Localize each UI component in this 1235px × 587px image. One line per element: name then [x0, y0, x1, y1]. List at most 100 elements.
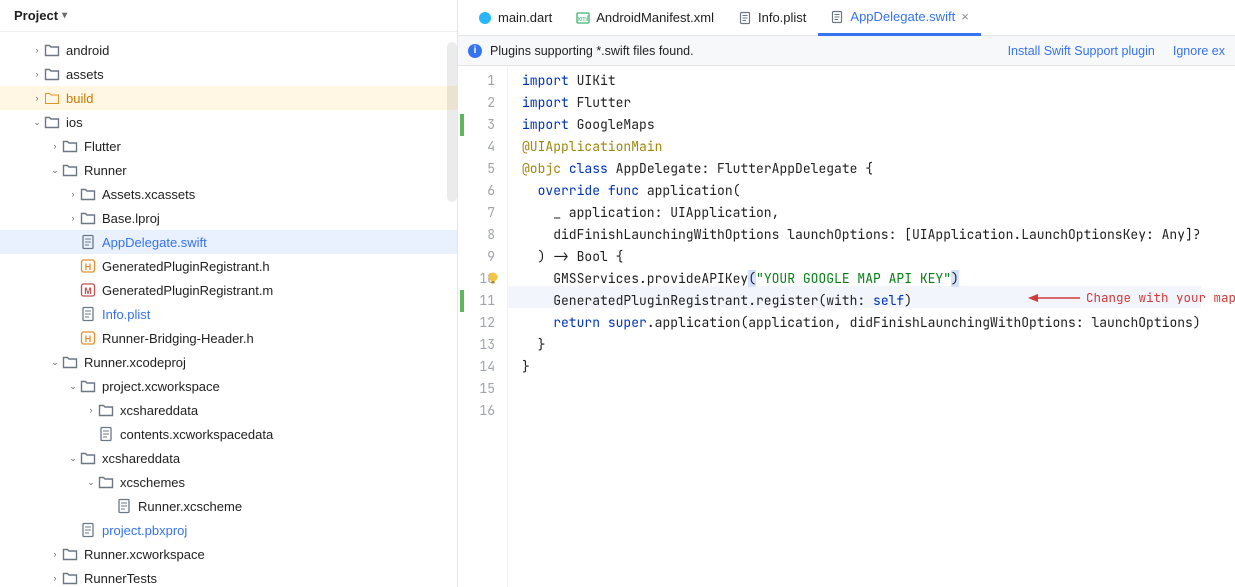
tree-item-label: GeneratedPluginRegistrant.h: [102, 259, 270, 274]
editor-pane: main.dart xmlAndroidManifest.xml Info.plis…: [458, 0, 1235, 587]
tree-item[interactable]: ›Runner.xcscheme: [0, 494, 457, 518]
tree-item-label: ios: [66, 115, 83, 130]
tree-item-label: Runner.xcworkspace: [84, 547, 205, 562]
sidebar-project-header[interactable]: Project ▾: [0, 0, 457, 32]
chevron-right-icon[interactable]: ›: [30, 93, 44, 103]
tree-item[interactable]: ›Assets.xcassets: [0, 182, 457, 206]
tree-item-label: project.xcworkspace: [102, 379, 220, 394]
file-tree[interactable]: ›android›assets›build⌄ios›Flutter⌄Runner…: [0, 32, 457, 587]
chevron-down-icon[interactable]: ⌄: [84, 477, 98, 488]
file-icon: [478, 11, 492, 25]
tree-item[interactable]: ⌄ xcschemes: [0, 470, 457, 494]
chevron-down-icon[interactable]: ⌄: [48, 357, 62, 368]
file-icon: [738, 11, 752, 25]
tree-item-label: Runner: [84, 163, 127, 178]
tree-item-label: Runner.xcodeproj: [84, 355, 186, 370]
tree-item-label: Runner-Bridging-Header.h: [102, 331, 254, 346]
file-icon: H: [80, 330, 96, 346]
tree-item-label: GeneratedPluginRegistrant.m: [102, 283, 273, 298]
chevron-down-icon: ▾: [62, 10, 67, 21]
tree-item[interactable]: ›RunnerTests: [0, 566, 457, 587]
chevron-right-icon[interactable]: ›: [48, 141, 62, 151]
tree-item[interactable]: › build: [0, 86, 457, 110]
svg-text:H: H: [85, 334, 92, 344]
editor-tab[interactable]: xmlAndroidManifest.xml: [564, 0, 726, 35]
tree-item[interactable]: ›MGeneratedPluginRegistrant.m: [0, 278, 457, 302]
chevron-down-icon[interactable]: ⌄: [48, 165, 62, 176]
editor-tabs: main.dart xmlAndroidManifest.xml Info.plis…: [458, 0, 1235, 36]
chevron-down-icon[interactable]: ⌄: [66, 453, 80, 464]
folder-icon: [98, 402, 114, 418]
folder-icon: [44, 90, 60, 106]
tree-item-label: android: [66, 43, 109, 58]
editor-tab[interactable]: Info.plist: [726, 0, 818, 35]
install-plugin-link[interactable]: Install Swift Support plugin: [1008, 44, 1155, 58]
tree-item[interactable]: ›AppDelegate.swift: [0, 230, 457, 254]
chevron-right-icon[interactable]: ›: [30, 69, 44, 79]
svg-text:xml: xml: [578, 16, 589, 23]
tree-item[interactable]: ›Info.plist: [0, 302, 457, 326]
tab-label: Info.plist: [758, 10, 806, 25]
folder-icon: [62, 162, 78, 178]
tree-item-label: project.pbxproj: [102, 523, 187, 538]
annotation-note: Change with your map api key: [1028, 287, 1235, 309]
sidebar-scrollbar[interactable]: [447, 42, 457, 202]
svg-text:H: H: [85, 262, 92, 272]
folder-icon: [98, 474, 114, 490]
file-icon: [80, 234, 96, 250]
tree-item[interactable]: › android: [0, 38, 457, 62]
tree-item[interactable]: › Base.lproj: [0, 206, 457, 230]
tree-item-label: contents.xcworkspacedata: [120, 427, 273, 442]
tree-item[interactable]: ›HGeneratedPluginRegistrant.h: [0, 254, 457, 278]
tree-item[interactable]: ⌄ ios: [0, 110, 457, 134]
editor-tab[interactable]: main.dart: [466, 0, 564, 35]
chevron-down-icon[interactable]: ⌄: [66, 381, 80, 392]
chevron-right-icon[interactable]: ›: [48, 573, 62, 583]
tree-item-label: Flutter: [84, 139, 121, 154]
tree-item[interactable]: ›project.pbxproj: [0, 518, 457, 542]
chevron-right-icon[interactable]: ›: [48, 549, 62, 559]
tree-item-label: xcschemes: [120, 475, 185, 490]
chevron-down-icon[interactable]: ⌄: [30, 117, 44, 128]
tab-label: main.dart: [498, 10, 552, 25]
tree-item-label: Info.plist: [102, 307, 150, 322]
intention-bulb-icon[interactable]: [486, 270, 500, 284]
tree-item[interactable]: ›xcshareddata: [0, 398, 457, 422]
chevron-right-icon[interactable]: ›: [66, 189, 80, 199]
file-icon: H: [80, 258, 96, 274]
folder-icon: [44, 42, 60, 58]
info-icon: i: [468, 44, 482, 58]
code-area[interactable]: 12345678910111213141516 import UIKitimpo…: [458, 66, 1235, 587]
file-icon: [80, 306, 96, 322]
svg-text:M: M: [84, 286, 92, 296]
app-root: Project ▾ ›android›assets›build⌄ios›Flut…: [0, 0, 1235, 587]
tree-item-label: build: [66, 91, 93, 106]
tab-label: AppDelegate.swift: [850, 9, 955, 24]
tree-item[interactable]: ⌄ Runner.xcodeproj: [0, 350, 457, 374]
code-content[interactable]: import UIKitimport Flutterimport GoogleM…: [508, 66, 1201, 587]
folder-icon: [80, 186, 96, 202]
tree-item-label: Base.lproj: [102, 211, 160, 226]
close-icon[interactable]: ×: [961, 9, 969, 24]
tree-item[interactable]: › Flutter: [0, 134, 457, 158]
editor-tab[interactable]: AppDelegate.swift ×: [818, 1, 980, 36]
tree-item[interactable]: ›assets: [0, 62, 457, 86]
file-icon: xml: [576, 11, 590, 25]
ignore-extension-link[interactable]: Ignore ex: [1173, 44, 1225, 58]
chevron-right-icon[interactable]: ›: [66, 213, 80, 223]
file-icon: [98, 426, 114, 442]
tree-item[interactable]: › Runner.xcworkspace: [0, 542, 457, 566]
folder-icon: [80, 450, 96, 466]
chevron-right-icon[interactable]: ›: [84, 405, 98, 415]
folder-icon: [44, 66, 60, 82]
tree-item[interactable]: ›HRunner-Bridging-Header.h: [0, 326, 457, 350]
tree-item[interactable]: ⌄xcshareddata: [0, 446, 457, 470]
sidebar: Project ▾ ›android›assets›build⌄ios›Flut…: [0, 0, 458, 587]
file-icon: [830, 10, 844, 24]
tree-item-label: Runner.xcscheme: [138, 499, 242, 514]
tree-item[interactable]: ⌄ Runner: [0, 158, 457, 182]
tree-item[interactable]: ›contents.xcworkspacedata: [0, 422, 457, 446]
folder-icon: [62, 354, 78, 370]
chevron-right-icon[interactable]: ›: [30, 45, 44, 55]
tree-item[interactable]: ⌄ project.xcworkspace: [0, 374, 457, 398]
